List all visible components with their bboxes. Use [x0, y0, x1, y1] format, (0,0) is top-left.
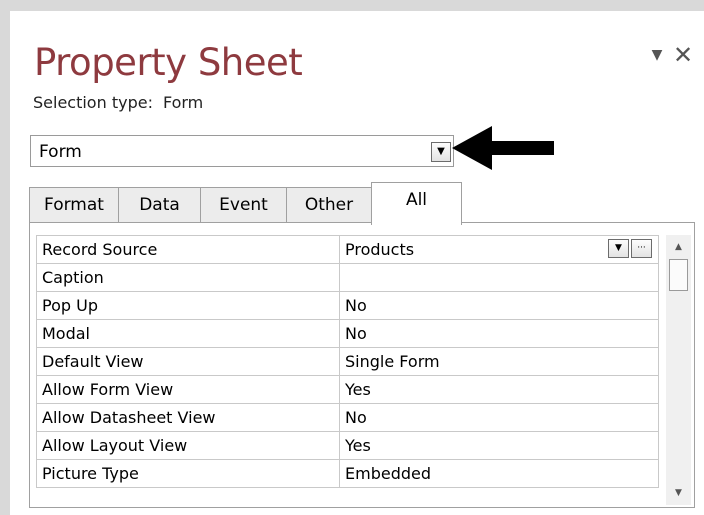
property-name[interactable]: Pop Up [36, 291, 340, 320]
selection-type: Selection type: Form [33, 93, 203, 112]
selection-type-label: Selection type: [33, 93, 153, 112]
property-row-allow-form-view[interactable]: Allow Form View Yes [36, 375, 659, 404]
property-value[interactable]: Yes [339, 431, 659, 460]
property-row-default-view[interactable]: Default View Single Form [36, 347, 659, 376]
property-value[interactable]: Single Form [339, 347, 659, 376]
property-name[interactable]: Picture Type [36, 459, 340, 488]
object-selector-combo[interactable]: Form ▼ [30, 135, 454, 167]
property-row-modal[interactable]: Modal No [36, 319, 659, 348]
scrollbar-thumb[interactable] [669, 259, 688, 291]
property-grid: Record Source Products ▼ ··· Caption Pop… [36, 235, 659, 488]
window-top-border [0, 0, 704, 11]
property-value[interactable]: No [339, 319, 659, 348]
close-icon[interactable]: ✕ [671, 40, 695, 70]
chevron-down-icon[interactable]: ▼ [608, 239, 629, 258]
property-value[interactable]: Embedded [339, 459, 659, 488]
tab-data[interactable]: Data [118, 187, 201, 223]
tab-format[interactable]: Format [29, 187, 119, 223]
property-value[interactable]: Products ▼ ··· [339, 235, 659, 264]
vertical-scrollbar[interactable]: ▲ ▼ [666, 235, 691, 505]
panel-title: Property Sheet [34, 41, 303, 84]
property-value[interactable]: No [339, 403, 659, 432]
object-selector-value: Form [39, 142, 82, 162]
tab-event[interactable]: Event [200, 187, 287, 223]
property-row-allow-datasheet-view[interactable]: Allow Datasheet View No [36, 403, 659, 432]
property-grid-panel: Record Source Products ▼ ··· Caption Pop… [29, 222, 695, 508]
arrow-left-icon [452, 126, 554, 170]
property-name[interactable]: Caption [36, 263, 340, 292]
property-value-text: Products [345, 239, 415, 259]
pane-options-dropdown-icon[interactable]: ▼ [647, 40, 667, 70]
property-row-pop-up[interactable]: Pop Up No [36, 291, 659, 320]
tab-all[interactable]: All [371, 182, 462, 225]
property-name[interactable]: Record Source [36, 235, 340, 264]
property-row-caption[interactable]: Caption [36, 263, 659, 292]
property-value[interactable]: No [339, 291, 659, 320]
property-row-allow-layout-view[interactable]: Allow Layout View Yes [36, 431, 659, 460]
property-name[interactable]: Allow Layout View [36, 431, 340, 460]
property-row-record-source[interactable]: Record Source Products ▼ ··· [36, 235, 659, 264]
property-name[interactable]: Modal [36, 319, 340, 348]
property-row-picture-type[interactable]: Picture Type Embedded [36, 459, 659, 488]
property-name[interactable]: Default View [36, 347, 340, 376]
builder-ellipsis-icon[interactable]: ··· [631, 239, 652, 258]
scroll-up-icon[interactable]: ▲ [666, 237, 691, 257]
window-left-border [0, 11, 10, 515]
property-value[interactable]: Yes [339, 375, 659, 404]
property-value[interactable] [339, 263, 659, 292]
property-name[interactable]: Allow Form View [36, 375, 340, 404]
property-name[interactable]: Allow Datasheet View [36, 403, 340, 432]
scroll-down-icon[interactable]: ▼ [666, 483, 691, 503]
selection-type-value: Form [162, 93, 204, 112]
tab-other[interactable]: Other [286, 187, 372, 223]
